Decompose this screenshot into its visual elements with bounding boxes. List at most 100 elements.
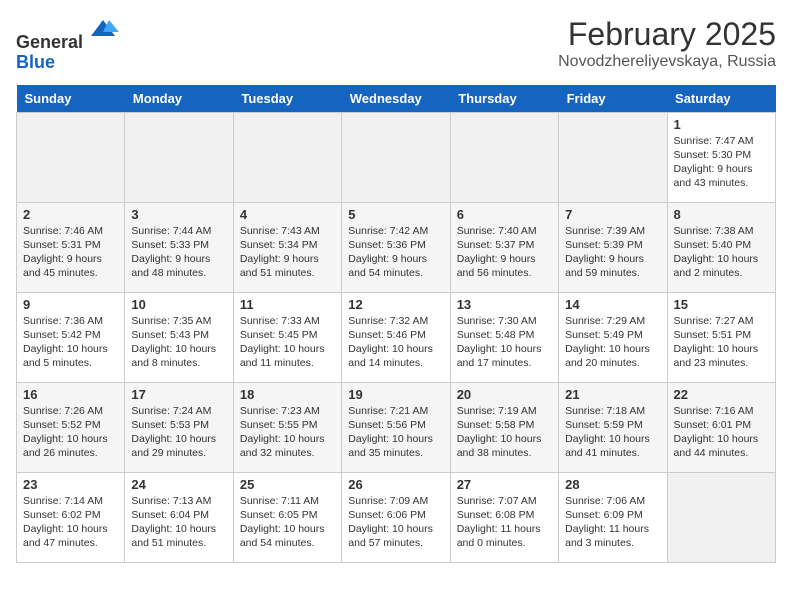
logo-icon (87, 16, 119, 48)
day-number: 21 (565, 387, 660, 402)
day-info: Sunrise: 7:13 AM Sunset: 6:04 PM Dayligh… (131, 494, 226, 551)
day-info: Sunrise: 7:11 AM Sunset: 6:05 PM Dayligh… (240, 494, 335, 551)
day-cell (233, 112, 341, 202)
day-number: 15 (674, 297, 769, 312)
day-cell: 11 Sunrise: 7:33 AM Sunset: 5:45 PM Dayli… (233, 292, 341, 382)
day-cell: 1Sunrise: 7:47 AM Sunset: 5:30 PM Daylig… (667, 112, 775, 202)
column-header-monday: Monday (125, 85, 233, 113)
calendar-title: February 2025 (558, 16, 776, 53)
day-cell (342, 112, 450, 202)
day-number: 23 (23, 477, 118, 492)
column-header-tuesday: Tuesday (233, 85, 341, 113)
page-header: General Blue February 2025 Novodzhereliy… (16, 16, 776, 73)
day-number: 25 (240, 477, 335, 492)
day-cell (17, 112, 125, 202)
week-row-0: 1Sunrise: 7:47 AM Sunset: 5:30 PM Daylig… (17, 112, 776, 202)
day-info: Sunrise: 7:33 AM Sunset: 5:45 PM Dayligh… (240, 314, 335, 371)
day-number: 16 (23, 387, 118, 402)
logo-blue: Blue (16, 52, 55, 72)
day-info: Sunrise: 7:35 AM Sunset: 5:43 PM Dayligh… (131, 314, 226, 371)
day-info: Sunrise: 7:26 AM Sunset: 5:52 PM Dayligh… (23, 404, 118, 461)
day-cell: 25 Sunrise: 7:11 AM Sunset: 6:05 PM Dayli… (233, 472, 341, 562)
day-number: 5 (348, 207, 443, 222)
day-number: 27 (457, 477, 552, 492)
day-number: 26 (348, 477, 443, 492)
day-info: Sunrise: 7:29 AM Sunset: 5:49 PM Dayligh… (565, 314, 660, 371)
day-number: 13 (457, 297, 552, 312)
day-info: Sunrise: 7:44 AM Sunset: 5:33 PM Dayligh… (131, 224, 226, 281)
header-row: SundayMondayTuesdayWednesdayThursdayFrid… (17, 85, 776, 113)
day-info: Sunrise: 7:39 AM Sunset: 5:39 PM Dayligh… (565, 224, 660, 281)
day-cell: 26Sunrise: 7:09 AM Sunset: 6:06 PM Dayli… (342, 472, 450, 562)
day-cell: 8Sunrise: 7:38 AM Sunset: 5:40 PM Daylig… (667, 202, 775, 292)
column-header-wednesday: Wednesday (342, 85, 450, 113)
day-number: 11 (240, 297, 335, 312)
day-number: 10 (131, 297, 226, 312)
day-number: 19 (348, 387, 443, 402)
day-number: 9 (23, 297, 118, 312)
day-cell: 3 Sunrise: 7:44 AM Sunset: 5:33 PM Daylig… (125, 202, 233, 292)
day-number: 28 (565, 477, 660, 492)
day-number: 14 (565, 297, 660, 312)
day-info: Sunrise: 7:38 AM Sunset: 5:40 PM Dayligh… (674, 224, 769, 281)
day-info: Sunrise: 7:36 AM Sunset: 5:42 PM Dayligh… (23, 314, 118, 371)
day-info: Sunrise: 7:06 AM Sunset: 6:09 PM Dayligh… (565, 494, 660, 551)
calendar-header: SundayMondayTuesdayWednesdayThursdayFrid… (17, 85, 776, 113)
week-row-4: 23 Sunrise: 7:14 AM Sunset: 6:02 PM Dayli… (17, 472, 776, 562)
day-cell: 24 Sunrise: 7:13 AM Sunset: 6:04 PM Dayli… (125, 472, 233, 562)
day-cell: 20 Sunrise: 7:19 AM Sunset: 5:58 PM Dayli… (450, 382, 558, 472)
day-cell: 28 Sunrise: 7:06 AM Sunset: 6:09 PM Dayli… (559, 472, 667, 562)
day-cell: 12Sunrise: 7:32 AM Sunset: 5:46 PM Dayli… (342, 292, 450, 382)
week-row-1: 2 Sunrise: 7:46 AM Sunset: 5:31 PM Daylig… (17, 202, 776, 292)
day-info: Sunrise: 7:16 AM Sunset: 6:01 PM Dayligh… (674, 404, 769, 461)
day-cell: 18Sunrise: 7:23 AM Sunset: 5:55 PM Dayli… (233, 382, 341, 472)
day-info: Sunrise: 7:46 AM Sunset: 5:31 PM Dayligh… (23, 224, 118, 281)
day-info: Sunrise: 7:42 AM Sunset: 5:36 PM Dayligh… (348, 224, 443, 281)
week-row-3: 16 Sunrise: 7:26 AM Sunset: 5:52 PM Dayli… (17, 382, 776, 472)
column-header-thursday: Thursday (450, 85, 558, 113)
day-cell: 6 Sunrise: 7:40 AM Sunset: 5:37 PM Daylig… (450, 202, 558, 292)
day-number: 17 (131, 387, 226, 402)
calendar-body: 1Sunrise: 7:47 AM Sunset: 5:30 PM Daylig… (17, 112, 776, 562)
day-cell (559, 112, 667, 202)
day-info: Sunrise: 7:27 AM Sunset: 5:51 PM Dayligh… (674, 314, 769, 371)
day-info: Sunrise: 7:19 AM Sunset: 5:58 PM Dayligh… (457, 404, 552, 461)
column-header-saturday: Saturday (667, 85, 775, 113)
day-info: Sunrise: 7:43 AM Sunset: 5:34 PM Dayligh… (240, 224, 335, 281)
day-cell: 19 Sunrise: 7:21 AM Sunset: 5:56 PM Dayli… (342, 382, 450, 472)
day-cell: 21 Sunrise: 7:18 AM Sunset: 5:59 PM Dayli… (559, 382, 667, 472)
day-info: Sunrise: 7:18 AM Sunset: 5:59 PM Dayligh… (565, 404, 660, 461)
day-cell: 15 Sunrise: 7:27 AM Sunset: 5:51 PM Dayli… (667, 292, 775, 382)
day-number: 3 (131, 207, 226, 222)
day-cell: 9 Sunrise: 7:36 AM Sunset: 5:42 PM Daylig… (17, 292, 125, 382)
day-info: Sunrise: 7:30 AM Sunset: 5:48 PM Dayligh… (457, 314, 552, 371)
day-cell: 23 Sunrise: 7:14 AM Sunset: 6:02 PM Dayli… (17, 472, 125, 562)
day-cell: 22Sunrise: 7:16 AM Sunset: 6:01 PM Dayli… (667, 382, 775, 472)
day-info: Sunrise: 7:07 AM Sunset: 6:08 PM Dayligh… (457, 494, 552, 551)
calendar-table: SundayMondayTuesdayWednesdayThursdayFrid… (16, 85, 776, 563)
day-info: Sunrise: 7:24 AM Sunset: 5:53 PM Dayligh… (131, 404, 226, 461)
day-info: Sunrise: 7:23 AM Sunset: 5:55 PM Dayligh… (240, 404, 335, 461)
day-cell (450, 112, 558, 202)
day-number: 1 (674, 117, 769, 132)
day-info: Sunrise: 7:21 AM Sunset: 5:56 PM Dayligh… (348, 404, 443, 461)
day-cell: 14 Sunrise: 7:29 AM Sunset: 5:49 PM Dayli… (559, 292, 667, 382)
day-cell: 27 Sunrise: 7:07 AM Sunset: 6:08 PM Dayli… (450, 472, 558, 562)
day-cell: 7Sunrise: 7:39 AM Sunset: 5:39 PM Daylig… (559, 202, 667, 292)
day-cell (667, 472, 775, 562)
day-number: 20 (457, 387, 552, 402)
day-number: 6 (457, 207, 552, 222)
day-cell: 4 Sunrise: 7:43 AM Sunset: 5:34 PM Daylig… (233, 202, 341, 292)
day-info: Sunrise: 7:14 AM Sunset: 6:02 PM Dayligh… (23, 494, 118, 551)
day-number: 4 (240, 207, 335, 222)
day-number: 2 (23, 207, 118, 222)
logo-general: General (16, 32, 83, 52)
logo: General Blue (16, 16, 119, 73)
day-info: Sunrise: 7:40 AM Sunset: 5:37 PM Dayligh… (457, 224, 552, 281)
day-cell: 13 Sunrise: 7:30 AM Sunset: 5:48 PM Dayli… (450, 292, 558, 382)
day-cell: 2 Sunrise: 7:46 AM Sunset: 5:31 PM Daylig… (17, 202, 125, 292)
calendar-subtitle: Novodzhereliyevskaya, Russia (558, 53, 776, 71)
day-number: 12 (348, 297, 443, 312)
column-header-sunday: Sunday (17, 85, 125, 113)
day-number: 24 (131, 477, 226, 492)
